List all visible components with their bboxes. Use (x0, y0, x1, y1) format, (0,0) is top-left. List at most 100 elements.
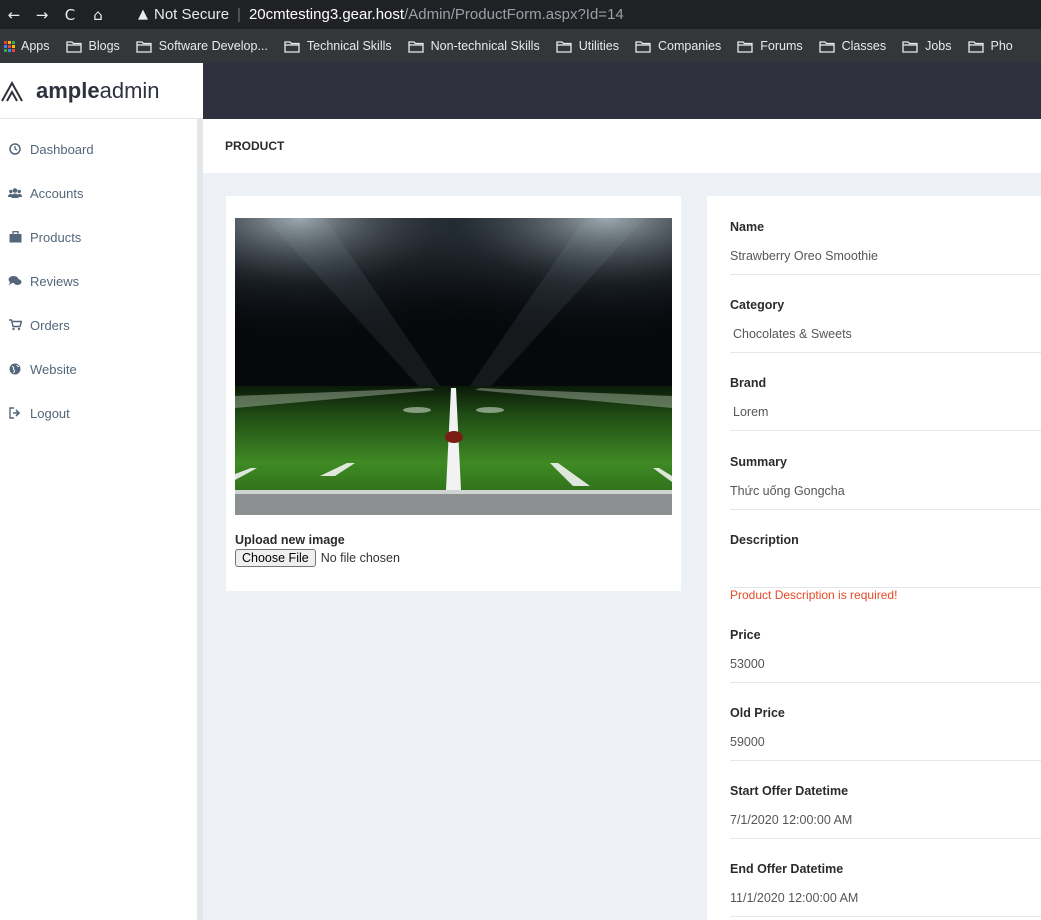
upload-image-label: Upload new image (235, 533, 345, 547)
folder-icon (284, 40, 300, 53)
sidebar-item-accounts[interactable]: Accounts (0, 171, 197, 215)
folder-icon (967, 40, 984, 53)
browser-toolbar: ← → C ⌂ ▲ Not Secure | 20cmtesting3.gear… (0, 0, 1041, 29)
bookmark-label: Technical Skills (306, 39, 392, 53)
product-image-card: Upload new image Choose File No file cho… (226, 196, 681, 591)
file-input[interactable]: Choose File No file chosen (235, 549, 400, 567)
name-field-group: Name Strawberry Oreo Smoothie (730, 220, 1041, 275)
bookmark-folder[interactable]: Forums (737, 39, 803, 53)
brand-select[interactable]: Lorem (730, 405, 1041, 431)
end-offer-input[interactable]: 11/1/2020 12:00:00 AM (730, 891, 1041, 917)
price-input[interactable]: 53000 (730, 657, 1041, 683)
bookmark-folder[interactable]: Blogs (65, 39, 120, 53)
end-offer-field-group: End Offer Datetime 11/1/2020 12:00:00 AM (730, 862, 1041, 917)
bookmark-apps[interactable]: Apps (0, 39, 50, 53)
brand-name: ampleadmin (36, 78, 160, 104)
bookmark-label: Jobs (925, 39, 952, 53)
football-field-image (235, 218, 672, 515)
bookmark-folder[interactable]: Technical Skills (284, 39, 392, 53)
start-offer-input[interactable]: 7/1/2020 12:00:00 AM (730, 813, 1041, 839)
address-separator: | (237, 5, 241, 23)
cart-icon (8, 318, 22, 332)
security-label: Not Secure (154, 5, 230, 23)
ample-logo-icon (1, 80, 23, 101)
bookmark-folder[interactable]: Software Develop... (136, 39, 268, 53)
sidebar-item-reviews[interactable]: Reviews (0, 259, 197, 303)
sidebar-item-website[interactable]: Website (0, 347, 197, 391)
sidebar-item-products[interactable]: Products (0, 215, 197, 259)
url-path: /Admin/ProductForm.aspx?Id=14 (404, 5, 624, 23)
category-field-group: Category Chocolates & Sweets (730, 298, 1041, 353)
sidebar-item-logout[interactable]: Logout (0, 391, 197, 435)
name-label: Name (730, 220, 765, 234)
bookmark-folder[interactable]: Pho (967, 39, 1013, 53)
sidebar-item-label: Products (30, 229, 82, 245)
home-button[interactable]: ⌂ (84, 6, 112, 24)
folder-icon (407, 40, 424, 53)
bookmark-label: Pho (990, 39, 1013, 53)
category-select[interactable]: Chocolates & Sweets (730, 327, 1041, 353)
bookmark-folder[interactable]: Companies (635, 39, 721, 53)
brand-label: Brand (730, 376, 767, 390)
folder-icon (556, 40, 572, 53)
brand-bold: ample (36, 77, 100, 103)
sidebar-item-label: Orders (30, 317, 70, 333)
sidebar-divider (197, 119, 203, 920)
bookmark-folder[interactable]: Classes (818, 39, 886, 53)
bookmark-label: Companies (658, 39, 722, 53)
start-offer-field-group: Start Offer Datetime 7/1/2020 12:00:00 A… (730, 784, 1041, 839)
warning-icon: ▲ (138, 6, 148, 22)
reload-button[interactable]: C (56, 6, 84, 24)
sidebar-item-label: Reviews (30, 273, 80, 289)
category-label: Category (730, 298, 785, 312)
sidebar-item-label: Dashboard (30, 141, 94, 157)
product-form-card: Name Strawberry Oreo Smoothie Category C… (707, 196, 1041, 920)
summary-field-group: Summary Thức uống Gongcha (730, 455, 1041, 510)
bookmark-label: Blogs (88, 39, 120, 53)
folder-icon (136, 40, 152, 53)
bookmarks-bar: Apps Blogs Software Develop... Technical… (0, 29, 1041, 63)
name-input[interactable]: Strawberry Oreo Smoothie (730, 249, 1041, 275)
briefcase-icon (8, 230, 22, 244)
url-host: 20cmtesting3.gear.host (248, 5, 405, 23)
description-field-group: Description (730, 533, 1041, 588)
bookmark-label: Forums (760, 39, 803, 53)
folder-icon (737, 40, 753, 53)
sidebar-item-dashboard[interactable]: Dashboard (0, 127, 197, 171)
globe-icon (8, 362, 22, 376)
summary-input[interactable]: Thức uống Gongcha (730, 484, 1041, 510)
sidebar-item-orders[interactable]: Orders (0, 303, 197, 347)
bookmark-label: Software Develop... (158, 39, 268, 53)
description-input[interactable] (730, 562, 1041, 588)
brand-field-group: Brand Lorem (730, 376, 1041, 431)
product-image (235, 218, 672, 515)
bookmark-folder[interactable]: Jobs (902, 39, 952, 53)
apps-grid-icon (4, 40, 15, 52)
file-status: No file chosen (320, 551, 400, 565)
bookmark-folder[interactable]: Utilities (556, 39, 619, 53)
folder-icon (65, 40, 82, 53)
clock-icon (8, 142, 22, 156)
bookmark-label: Apps (21, 39, 50, 53)
old-price-input[interactable]: 59000 (730, 735, 1041, 761)
choose-file-button[interactable]: Choose File (235, 549, 316, 567)
forward-button[interactable]: → (28, 6, 56, 24)
logo[interactable]: ampleadmin (0, 63, 203, 119)
sign-out-icon (8, 406, 22, 420)
sidebar-item-label: Accounts (30, 185, 84, 201)
bookmark-label: Non-technical Skills (430, 39, 540, 53)
sidebar-item-label: Website (30, 361, 77, 377)
start-offer-label: Start Offer Datetime (730, 784, 849, 798)
users-icon (8, 186, 22, 200)
page-title: PRODUCT (203, 119, 1041, 173)
folder-icon (818, 40, 835, 53)
bookmark-folder[interactable]: Non-technical Skills (407, 39, 540, 53)
brand-light: admin (99, 77, 160, 103)
back-button[interactable]: ← (0, 6, 28, 24)
bookmark-label: Utilities (578, 39, 620, 53)
old-price-field-group: Old Price 59000 (730, 706, 1041, 761)
price-label: Price (730, 628, 761, 642)
comments-icon (8, 274, 22, 288)
address-bar[interactable]: ▲ Not Secure | 20cmtesting3.gear.host /A… (128, 2, 1041, 26)
end-offer-label: End Offer Datetime (730, 862, 844, 876)
